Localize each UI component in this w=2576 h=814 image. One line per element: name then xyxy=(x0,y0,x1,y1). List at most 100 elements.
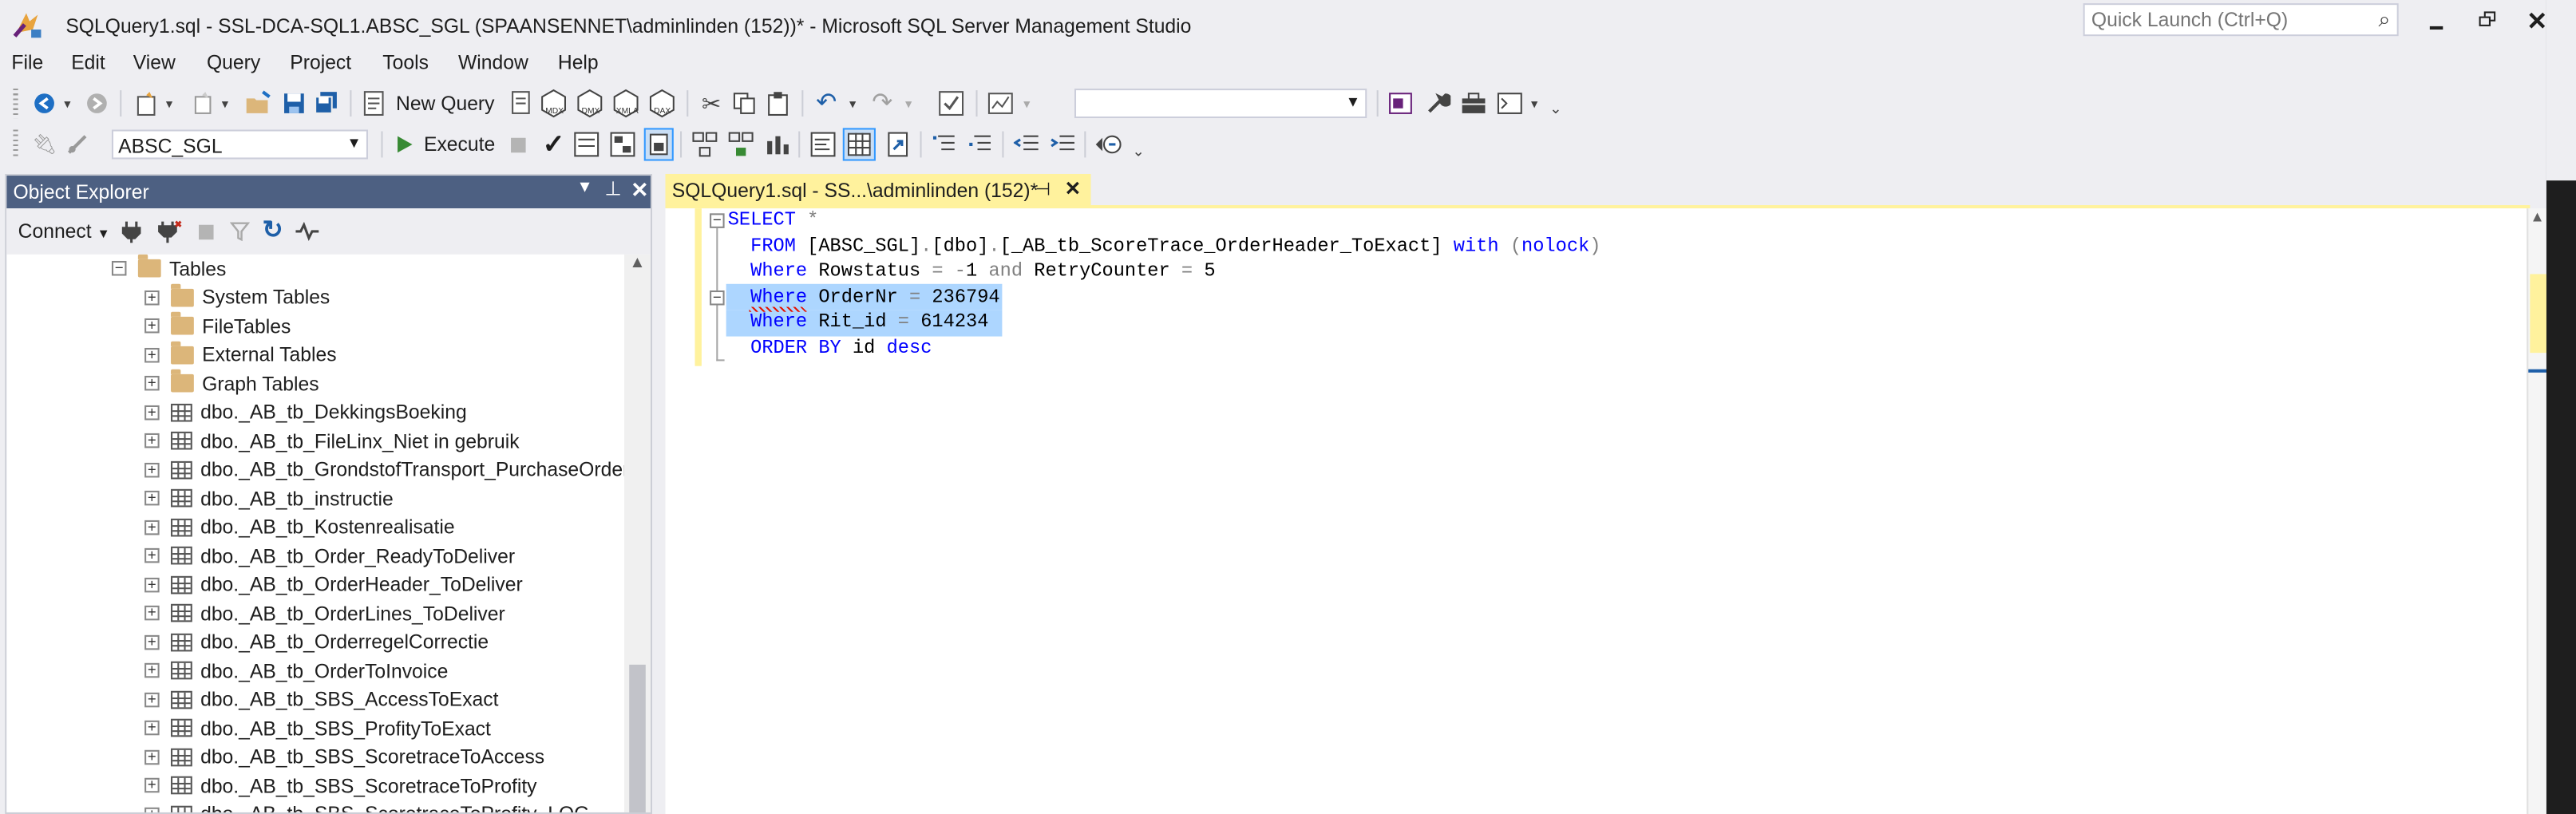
tree-table-item[interactable]: + dbo._AB_tb_GrondstofTransport_PurchaseO… xyxy=(6,456,624,484)
new-query-button[interactable]: New Query xyxy=(362,89,495,118)
expand-icon[interactable]: + xyxy=(144,490,160,506)
copy-icon[interactable] xyxy=(730,89,759,118)
tree-table-item[interactable]: + dbo._AB_tb_instructie xyxy=(6,484,394,512)
mdx-query-icon[interactable]: MDX xyxy=(539,89,568,118)
menu-window[interactable]: Window xyxy=(458,51,528,81)
check-mark-icon[interactable] xyxy=(936,89,966,118)
quick-launch-input[interactable] xyxy=(2087,6,2374,34)
expand-icon[interactable]: + xyxy=(144,691,160,707)
dropdown-arrow-icon[interactable]: ▾ xyxy=(845,89,861,118)
panel-dropdown-icon[interactable]: ▼ xyxy=(576,179,592,197)
disconnect-icon[interactable] xyxy=(154,216,184,246)
tree-table-item[interactable]: + dbo._AB_tb_OrderLines_ToDeliver xyxy=(6,599,505,627)
solution-configuration-dropdown[interactable]: ▼ xyxy=(1074,89,1367,119)
dropdown-arrow-icon[interactable]: ▾ xyxy=(1526,89,1543,118)
dropdown-arrow-icon[interactable]: ▾ xyxy=(59,89,76,118)
database-engine-query-icon[interactable] xyxy=(506,89,536,118)
menu-file[interactable]: File xyxy=(11,51,43,81)
increase-indent-icon[interactable] xyxy=(1048,129,1078,159)
cut-icon[interactable]: ✂ xyxy=(697,89,726,118)
tree-table-item[interactable]: + dbo._AB_tb_SBS_ScoretraceToProfity_LOG xyxy=(6,800,589,812)
dropdown-arrow-icon[interactable]: ▼ xyxy=(1346,93,1360,110)
execute-button[interactable]: Execute xyxy=(394,129,495,159)
outline-collapse-icon[interactable]: − xyxy=(710,212,725,228)
restore-button[interactable] xyxy=(2475,10,2499,33)
tree-table-item[interactable]: + dbo._AB_tb_DekkingsBoeking xyxy=(6,398,467,426)
activity-monitor-icon[interactable] xyxy=(292,216,322,246)
tab-sqlquery1[interactable]: SQLQuery1.sql - SS...\adminlinden (152)*… xyxy=(665,173,1091,207)
template-explorer-icon[interactable] xyxy=(1387,89,1416,118)
undo-icon[interactable]: ↶ xyxy=(812,87,841,117)
tree-folder-item[interactable]: + External Tables xyxy=(6,340,337,369)
editor-scrollbar[interactable]: ▲ xyxy=(2527,208,2549,814)
results-to-grid-icon[interactable] xyxy=(842,128,876,161)
close-window-button[interactable]: ✕ xyxy=(2527,6,2547,36)
open-file-icon[interactable] xyxy=(243,89,273,118)
command-window-icon[interactable] xyxy=(1495,89,1525,118)
tab-close-icon[interactable]: ✕ xyxy=(1065,177,1082,200)
menu-project[interactable]: Project xyxy=(290,51,351,81)
add-item-icon[interactable] xyxy=(188,89,217,118)
expand-icon[interactable]: + xyxy=(144,318,160,334)
live-query-statistics-icon[interactable] xyxy=(726,129,756,159)
expand-icon[interactable]: + xyxy=(144,634,160,650)
tree-folder-item[interactable]: + Graph Tables xyxy=(6,369,319,397)
tree-table-item[interactable]: + dbo._AB_tb_OrderToInvoice xyxy=(6,657,448,685)
expand-icon[interactable]: + xyxy=(144,547,160,563)
scroll-up-icon[interactable]: ▲ xyxy=(629,255,645,273)
new-project-icon[interactable] xyxy=(132,89,161,118)
scroll-up-icon[interactable]: ▲ xyxy=(2530,208,2544,225)
expand-icon[interactable]: + xyxy=(144,433,160,448)
dax-query-icon[interactable]: DAX xyxy=(647,89,677,118)
tree-table-item[interactable]: + dbo._AB_tb_OrderHeader_ToDeliver xyxy=(6,571,523,599)
redo-icon[interactable]: ↷ xyxy=(868,87,897,117)
parse-checkmark-icon[interactable]: ✓ xyxy=(539,129,568,160)
close-panel-icon[interactable]: ✕ xyxy=(631,177,648,204)
tree-table-item[interactable]: + dbo._AB_tb_Order_ReadyToDeliver xyxy=(6,542,515,570)
paste-icon[interactable] xyxy=(764,89,793,118)
tree-table-item[interactable]: + dbo._AB_tb_SBS_ProfityToExact xyxy=(6,714,491,742)
dropdown-arrow-icon[interactable]: ▾ xyxy=(1019,89,1035,118)
tree-table-item[interactable]: + dbo._AB_tb_SBS_ScoretraceToProfity xyxy=(6,772,537,800)
refresh-icon[interactable]: ↻ xyxy=(258,215,287,244)
save-icon[interactable] xyxy=(279,89,309,118)
uncomment-lines-icon[interactable] xyxy=(966,129,995,159)
expand-icon[interactable]: + xyxy=(144,662,160,678)
expand-icon[interactable]: + xyxy=(144,289,160,305)
display-estimated-plan-icon[interactable] xyxy=(572,129,601,159)
dmx-query-icon[interactable]: DMX xyxy=(575,89,604,118)
object-explorer-scrollbar[interactable]: ▲ xyxy=(624,254,651,812)
collapse-icon[interactable]: − xyxy=(111,260,127,276)
toolbar-overflow-icon[interactable]: ⌄ xyxy=(1548,93,1565,123)
cancel-query-icon[interactable] xyxy=(503,129,532,159)
minimize-button[interactable] xyxy=(2425,13,2448,36)
tree-table-item[interactable]: + dbo._AB_tb_OrderregelCorrectie xyxy=(6,628,489,656)
expand-icon[interactable]: + xyxy=(144,749,160,765)
expand-icon[interactable]: + xyxy=(144,576,160,592)
expand-icon[interactable]: + xyxy=(144,461,160,477)
expand-icon[interactable]: + xyxy=(144,404,160,420)
comment-lines-icon[interactable] xyxy=(930,129,960,159)
expand-icon[interactable]: + xyxy=(144,777,160,793)
tree-folder-item[interactable]: + FileTables xyxy=(6,311,291,340)
tree-table-item[interactable]: + dbo._AB_tb_FileLinx_Niet in gebruik xyxy=(6,427,520,455)
menu-edit[interactable]: Edit xyxy=(71,51,105,81)
save-all-icon[interactable] xyxy=(312,89,342,118)
tree-table-item[interactable]: + dbo._AB_tb_Kostenrealisatie xyxy=(6,513,455,541)
expand-icon[interactable]: + xyxy=(144,605,160,621)
tree-table-item[interactable]: + dbo._AB_tb_SBS_ScoretraceToAccess xyxy=(6,743,544,771)
client-statistics-icon[interactable] xyxy=(762,129,792,159)
scrollbar-thumb[interactable] xyxy=(629,664,646,812)
available-databases-dropdown[interactable]: ABSC_SGL ▼ xyxy=(111,129,368,160)
back-icon[interactable] xyxy=(30,89,59,118)
tree-table-item[interactable]: + dbo._AB_tb_SBS_AccessToExact xyxy=(6,686,499,713)
dropdown-arrow-icon[interactable]: ▾ xyxy=(161,89,178,118)
sql-editor[interactable]: − − SELECT * FROM [ABSC_SGL].[dbo].[_AB_… xyxy=(665,208,2527,814)
tree-folder-item[interactable]: − Tables xyxy=(6,254,226,283)
dropdown-arrow-icon[interactable]: ▼ xyxy=(346,135,361,152)
include-actual-plan-icon[interactable] xyxy=(690,129,719,159)
menu-query[interactable]: Query xyxy=(207,51,260,81)
activity-monitor-icon[interactable] xyxy=(986,89,1015,118)
pin-icon[interactable]: ⊥ xyxy=(604,177,622,200)
xmla-query-icon[interactable]: XMLA xyxy=(611,89,641,118)
